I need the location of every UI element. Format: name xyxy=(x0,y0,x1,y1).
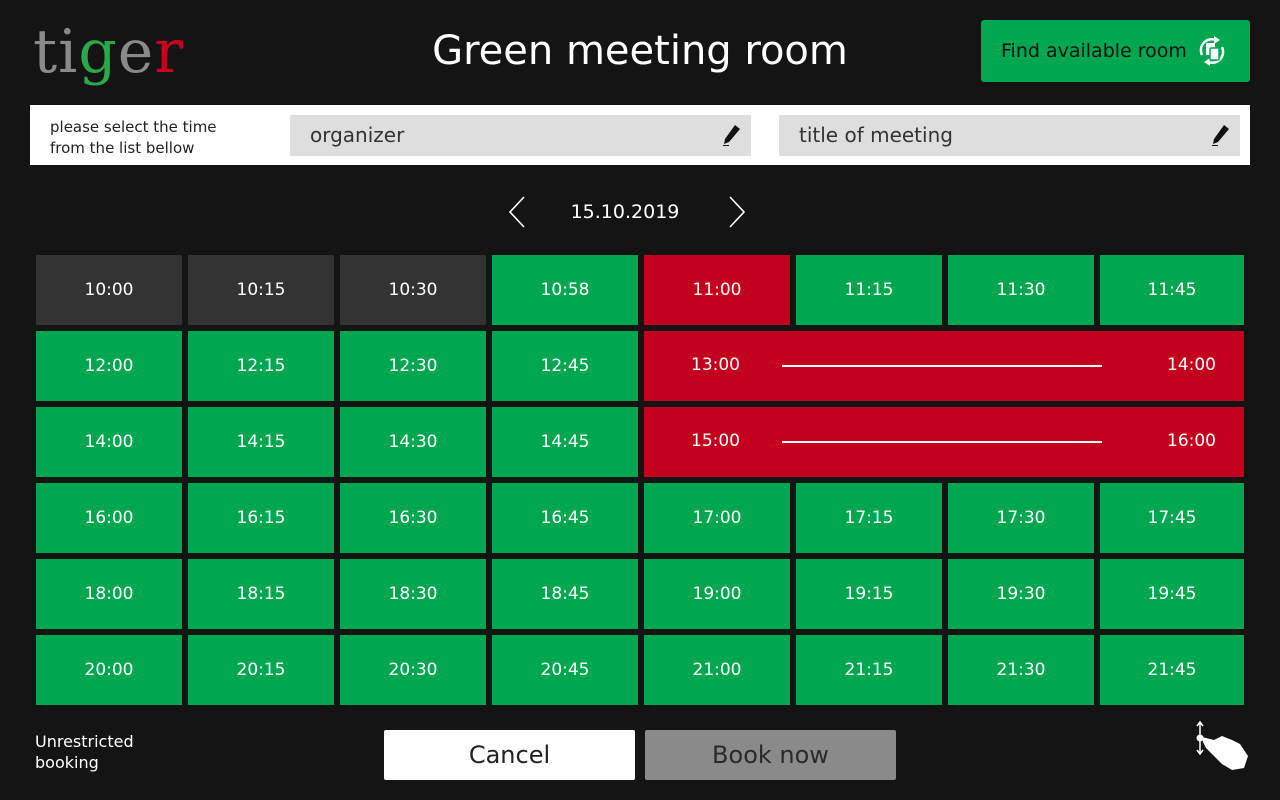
touch-scroll-icon[interactable] xyxy=(1192,720,1252,774)
date-navigation: 15.10.2019 xyxy=(500,192,760,232)
time-slot[interactable]: 21:30 xyxy=(948,635,1094,705)
next-day-arrow-icon[interactable] xyxy=(724,194,748,230)
time-slot[interactable]: 17:30 xyxy=(948,483,1094,553)
booking-span-line xyxy=(782,441,1102,443)
time-slot[interactable]: 19:15 xyxy=(796,559,942,629)
time-slot[interactable]: 14:00 xyxy=(36,407,182,477)
time-slot[interactable]: 20:30 xyxy=(340,635,486,705)
booked-span-15-16[interactable]: 15:00 16:00 xyxy=(644,407,1244,477)
meeting-title-placeholder: title of meeting xyxy=(799,123,953,147)
time-slot[interactable]: 10:15 xyxy=(188,255,334,325)
meeting-title-field[interactable]: title of meeting xyxy=(779,115,1240,156)
time-slot[interactable]: 14:15 xyxy=(188,407,334,477)
booking-mode-note: Unrestricted booking xyxy=(35,732,134,772)
find-available-room-button[interactable]: Find available room xyxy=(981,20,1250,82)
time-slot[interactable]: 14:30 xyxy=(340,407,486,477)
time-slot[interactable]: 12:15 xyxy=(188,331,334,401)
time-slot[interactable]: 19:00 xyxy=(644,559,790,629)
time-slot[interactable]: 18:00 xyxy=(36,559,182,629)
time-slot[interactable]: 12:00 xyxy=(36,331,182,401)
time-slot[interactable]: 19:30 xyxy=(948,559,1094,629)
booking-start-time: 15:00 xyxy=(691,431,740,451)
time-slot[interactable]: 12:45 xyxy=(492,331,638,401)
time-slot[interactable]: 20:15 xyxy=(188,635,334,705)
find-available-room-label: Find available room xyxy=(1001,40,1187,62)
time-slot[interactable]: 20:00 xyxy=(36,635,182,705)
time-slot[interactable]: 16:30 xyxy=(340,483,486,553)
time-slot[interactable]: 10:00 xyxy=(36,255,182,325)
pencil-icon xyxy=(723,125,740,146)
time-slot[interactable]: 20:45 xyxy=(492,635,638,705)
time-slot[interactable]: 11:30 xyxy=(948,255,1094,325)
time-slot[interactable]: 16:00 xyxy=(36,483,182,553)
cancel-button[interactable]: Cancel xyxy=(384,730,635,780)
time-slot[interactable]: 21:00 xyxy=(644,635,790,705)
booked-span-13-14[interactable]: 13:00 14:00 xyxy=(644,331,1244,401)
time-slot[interactable]: 14:45 xyxy=(492,407,638,477)
time-slot[interactable]: 10:30 xyxy=(340,255,486,325)
time-slot[interactable]: 16:15 xyxy=(188,483,334,553)
time-slot[interactable]: 21:15 xyxy=(796,635,942,705)
booking-end-time: 16:00 xyxy=(1167,431,1216,451)
time-slot[interactable]: 18:30 xyxy=(340,559,486,629)
room-swap-icon xyxy=(1199,36,1225,66)
time-slot[interactable]: 10:58 xyxy=(492,255,638,325)
time-slot[interactable]: 18:45 xyxy=(492,559,638,629)
time-slot[interactable]: 11:00 xyxy=(644,255,790,325)
booking-end-time: 14:00 xyxy=(1167,355,1216,375)
current-date: 15.10.2019 xyxy=(570,201,680,223)
time-slot[interactable]: 19:45 xyxy=(1100,559,1244,629)
time-slot[interactable]: 11:45 xyxy=(1100,255,1244,325)
booking-span-line xyxy=(782,365,1102,367)
time-slot[interactable]: 18:15 xyxy=(188,559,334,629)
time-slot[interactable]: 16:45 xyxy=(492,483,638,553)
pencil-icon xyxy=(1212,125,1229,146)
booking-form-bar: please select the time from the list bel… xyxy=(30,105,1250,165)
book-now-button[interactable]: Book now xyxy=(645,730,896,780)
time-slot[interactable]: 21:45 xyxy=(1100,635,1244,705)
time-slot[interactable]: 17:00 xyxy=(644,483,790,553)
form-hint: please select the time from the list bel… xyxy=(50,118,217,157)
time-slot[interactable]: 12:30 xyxy=(340,331,486,401)
time-slot[interactable]: 17:45 xyxy=(1100,483,1244,553)
booking-start-time: 13:00 xyxy=(691,355,740,375)
time-slot[interactable]: 17:15 xyxy=(796,483,942,553)
organizer-field[interactable]: organizer xyxy=(290,115,751,156)
time-slot[interactable]: 11:15 xyxy=(796,255,942,325)
organizer-placeholder: organizer xyxy=(310,123,405,147)
